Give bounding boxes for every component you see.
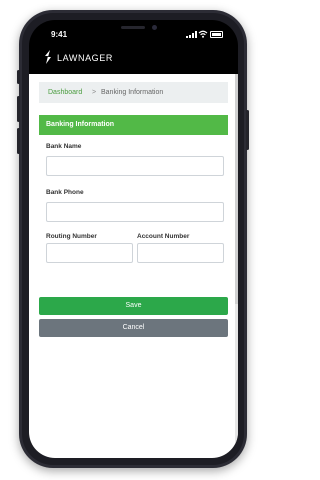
form-card-header: Banking Information [39, 115, 228, 135]
save-button[interactable]: Save [39, 297, 228, 315]
bank-phone-label: Bank Phone [46, 189, 84, 196]
cancel-button[interactable]: Cancel [39, 319, 228, 337]
routing-number-label: Routing Number [46, 233, 97, 240]
status-time: 9:41 [51, 30, 68, 39]
breadcrumb-separator: > [92, 89, 97, 96]
brand-name: LAWNAGER [57, 53, 113, 63]
status-icons [186, 30, 226, 38]
phone-mute-switch [17, 70, 20, 84]
scrollbar-track[interactable] [235, 74, 238, 458]
page-content: Dashboard > Banking Information Banking … [29, 74, 238, 458]
bank-name-label: Bank Name [46, 143, 82, 150]
phone-power-button [246, 110, 249, 150]
status-bar: 9:41 [29, 20, 238, 42]
wifi-icon [198, 30, 208, 38]
bank-name-input[interactable] [46, 156, 224, 176]
battery-icon [210, 31, 223, 38]
notch [82, 20, 186, 37]
lawnager-logo-icon [45, 50, 51, 64]
phone-volume-down [17, 128, 20, 154]
breadcrumb: Dashboard > Banking Information [39, 82, 228, 103]
form-title: Banking Information [46, 121, 115, 128]
bank-phone-input[interactable] [46, 202, 224, 222]
scrollbar-thumb[interactable] [235, 74, 238, 304]
phone-screen: 9:41 LAWNAGER Dashboard > Banking Inform… [29, 20, 238, 458]
routing-number-input[interactable] [46, 243, 133, 263]
app-header: LAWNAGER [29, 46, 238, 68]
speaker-grille [121, 26, 145, 29]
front-camera [152, 25, 157, 30]
account-number-input[interactable] [137, 243, 224, 263]
account-number-label: Account Number [137, 233, 190, 240]
breadcrumb-dashboard-link[interactable]: Dashboard [48, 89, 82, 96]
breadcrumb-current: Banking Information [101, 89, 164, 96]
phone-volume-up [17, 96, 20, 122]
